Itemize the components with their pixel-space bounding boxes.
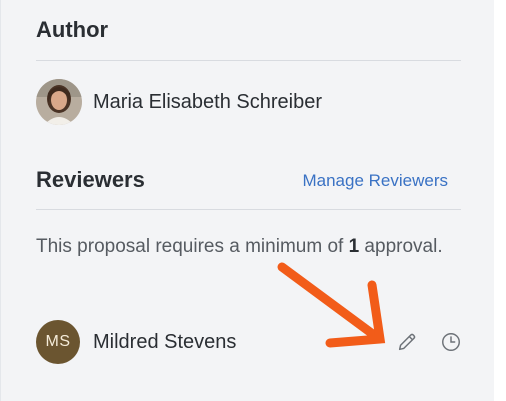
requirement-suffix: approval. <box>359 236 443 257</box>
author-divider <box>36 60 461 61</box>
user-photo-icon <box>36 79 82 125</box>
author-row: Maria Elisabeth Schreiber <box>36 79 322 125</box>
manage-reviewers-link[interactable]: Manage Reviewers <box>302 171 448 191</box>
reviewers-divider <box>36 209 461 210</box>
proposal-sidebar-panel: Author Maria Elisabeth Schreiber Reviewe… <box>0 0 494 401</box>
reviewer-name: Mildred Stevens <box>93 330 237 353</box>
author-heading: Author <box>36 17 109 42</box>
approval-requirement-text: This proposal requires a minimum of 1 ap… <box>36 231 466 263</box>
reviewer-avatar: MS <box>36 320 80 364</box>
requirement-count: 1 <box>348 236 360 257</box>
requirement-prefix: This proposal requires a minimum of <box>36 236 349 257</box>
edit-reviewer-button[interactable] <box>395 330 419 354</box>
reviewer-row: MS Mildred Stevens <box>36 320 463 364</box>
pencil-icon <box>398 333 416 351</box>
author-name: Maria Elisabeth Schreiber <box>93 90 322 113</box>
reviewers-heading: Reviewers <box>36 167 145 192</box>
clock-icon <box>442 333 460 351</box>
reviewer-history-button[interactable] <box>439 330 463 354</box>
author-avatar <box>36 79 82 125</box>
